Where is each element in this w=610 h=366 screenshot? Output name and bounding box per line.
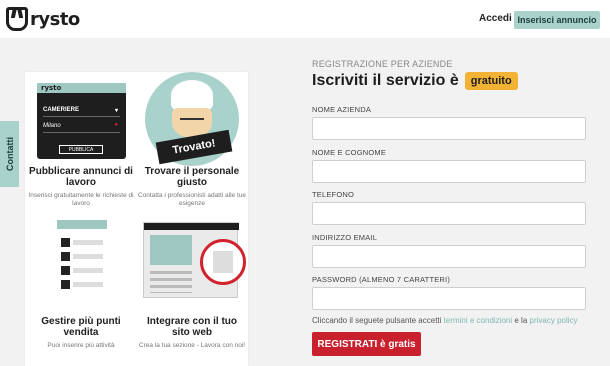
chef-hat-icon [171,80,213,110]
feature-title: Gestire più punti vendita [41,316,121,338]
feature-desc: Crea la tua sezione - Lavora con noi! [138,342,246,349]
phone-job-row: CAMERIERE ▾ [43,107,120,117]
feature-title: Integrare con il tuo sito web [146,316,237,338]
website-integration-illustration [143,222,246,298]
password-label: PASSWORD (ALMENO 7 CARATTERI) [312,275,451,284]
phone-input[interactable] [312,202,586,225]
phone-ad-illustration: rysto CAMERIERE ▾ Milano ● PUBBLICA [37,83,126,159]
feature-title: Pubblicare annunci di lavoro [29,166,133,188]
company-name-input[interactable] [312,117,586,140]
mini-row [61,252,107,261]
phone-city-row: Milano ● [43,122,120,133]
web-text-lines [150,271,192,293]
feature-desc: Inserisci gratuitamente le richieste di … [28,192,134,207]
dropdown-arrow-icon: ▾ [114,108,118,114]
feature-multi-locations: Gestire più punti vendita Puoi inserire … [26,316,136,350]
web-image [150,235,192,265]
phone-city-text: Milano [43,123,61,129]
phone-label: TELEFONO [312,190,355,199]
feature-desc: Puoi inserire più attività [47,342,115,349]
top-navbar: rysto Accedi Inserisci annuncio [0,0,610,38]
phone-job-text: CAMERIERE [43,107,80,113]
terms-prefix: Cliccando il seguete pulsante accetti [312,316,442,325]
terms-and: e la [514,316,528,325]
free-badge: gratuito [464,72,518,90]
apron-logo-icon [6,7,28,31]
browser-bar [144,223,239,230]
form-title: Iscriviti il servizio è gratuito [312,72,518,90]
phone-logo: rysto [41,84,62,92]
post-ad-button[interactable]: Inserisci annuncio [514,11,600,29]
mini-row [61,280,107,289]
feature-website-integration: Integrare con il tuo sito web Crea la tu… [137,316,247,350]
form-subtitle: REGISTRAZIONE PER AZIENDE [312,59,453,69]
company-name-label: NOME AZIENDA [312,105,372,114]
feature-desc: Contatta i professionisti adatti alle tu… [137,192,247,207]
form-title-text: Iscriviti il servizio è [312,72,459,89]
password-input[interactable] [312,287,586,310]
mini-row [61,238,107,247]
contact-side-tab[interactable]: Contatti [0,121,19,187]
feature-title: Trovare il personale giusto [144,166,240,188]
login-link[interactable]: Accedi [479,13,512,24]
magnifier-icon [200,239,246,285]
terms-notice: Cliccando il seguete pulsante accetti te… [312,316,578,325]
email-input[interactable] [312,245,586,268]
features-card: rysto CAMERIERE ▾ Milano ● PUBBLICA Pubb… [25,72,248,366]
mini-row [61,266,107,275]
rysto-logo[interactable]: rysto [6,7,80,31]
privacy-policy-link[interactable]: privacy policy [530,316,578,325]
email-label: INDIRIZZO EMAIL [312,233,378,242]
register-button[interactable]: REGISTRATI è gratis [312,332,421,356]
contact-side-tab-label: Contatti [4,137,15,171]
trovato-banner: Trovato! [155,129,233,165]
location-pin-icon: ● [114,122,118,128]
locations-list-illustration [57,220,107,302]
feature-find-staff: Trovare il personale giusto Contatta i p… [137,166,247,208]
full-name-label: NOME E COGNOME [312,148,387,157]
chef-eyes [180,118,204,122]
phone-publish-button: PUBBLICA [59,145,103,154]
phone-header: rysto [37,83,126,93]
feature-post-jobs: Pubblicare annunci di lavoro Inserisci g… [26,166,136,208]
mini-header [57,220,107,229]
logo-text: rysto [30,8,80,30]
full-name-input[interactable] [312,160,586,183]
chef-illustration: Trovato! [145,72,239,166]
terms-link[interactable]: termini e condizioni [444,316,512,325]
